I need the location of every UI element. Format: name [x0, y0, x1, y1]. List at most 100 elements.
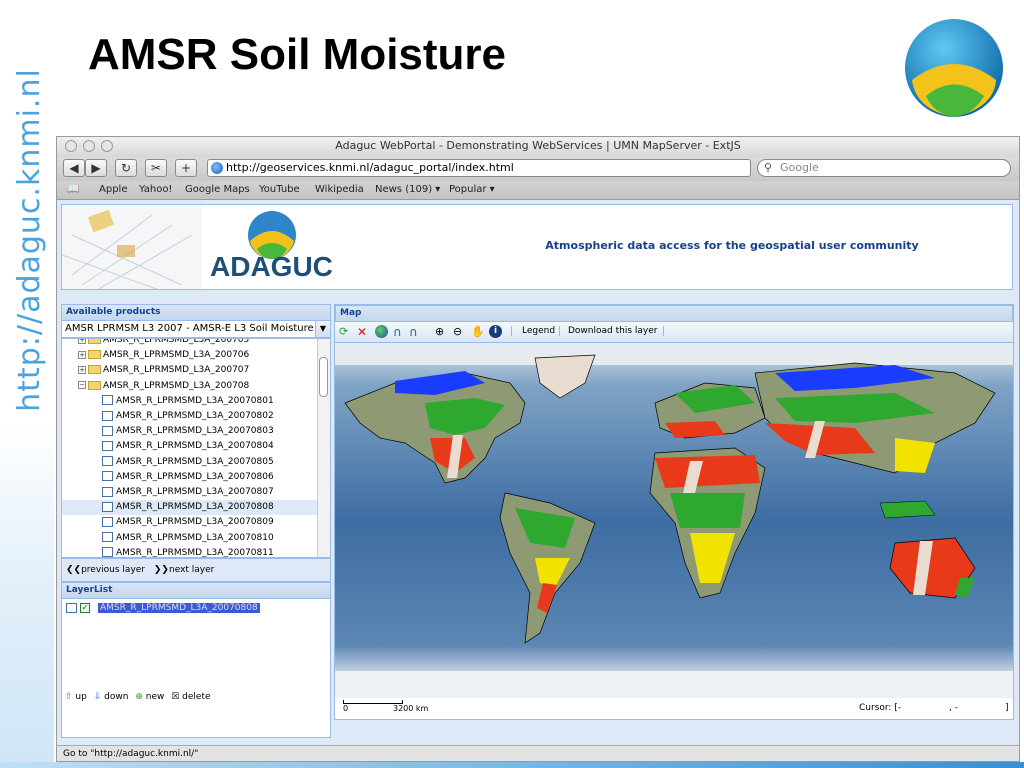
tree-item-label: AMSR_R_LPRMSMD_L3A_20070811 — [116, 547, 274, 558]
portal-header: ADAGUC Atmospheric data access for the g… — [61, 204, 1013, 290]
tree-item[interactable]: + AMSR_R_LPRMSMD_L3A_200706 — [62, 348, 318, 363]
tree-item[interactable]: AMSR_R_LPRMSMD_L3A_20070804 — [62, 439, 318, 454]
legend-button[interactable]: Legend — [511, 326, 555, 336]
bookmark-wikipedia[interactable]: Wikipedia — [315, 184, 364, 195]
bookmark-popular[interactable]: Popular ▾ — [449, 184, 495, 195]
expand-icon[interactable]: + — [78, 339, 86, 344]
bookmark-google-maps[interactable]: Google Maps — [185, 184, 250, 195]
tree-item[interactable]: AMSR_R_LPRMSMD_L3A_20070806 — [62, 470, 318, 485]
tree-item[interactable]: AMSR_R_LPRMSMD_L3A_20070805 — [62, 455, 318, 470]
cursor-separator: , - — [949, 703, 958, 713]
reload-button[interactable]: ↻ — [115, 159, 137, 177]
arctic-ice — [335, 343, 1013, 365]
antarctica — [335, 671, 1013, 698]
tree-item[interactable]: AMSR_R_LPRMSMD_L3A_20070811 — [62, 546, 318, 558]
product-select-value: AMSR LPRMSM L3 2007 - AMSR-E L3 Soil Moi… — [65, 323, 314, 334]
snap-button[interactable]: ✂ — [145, 159, 167, 177]
tree-item[interactable]: − AMSR_R_LPRMSMD_L3A_200708 — [62, 379, 318, 394]
info-icon[interactable]: i — [489, 325, 502, 338]
tree-item-label: AMSR_R_LPRMSMD_L3A_20070806 — [116, 471, 274, 482]
tree-item[interactable]: AMSR_R_LPRMSMD_L3A_20070807 — [62, 485, 318, 500]
scale-label: 3200 km — [393, 704, 429, 713]
expand-icon[interactable]: + — [78, 365, 86, 374]
previous-layer-link[interactable]: previous layer — [81, 565, 145, 575]
tree-item[interactable]: AMSR_R_LPRMSMD_L3A_20070809 — [62, 515, 318, 530]
layer-file-icon — [102, 501, 113, 512]
layer-navigation: ❮❮previous layer ❯❯next layer — [61, 558, 331, 582]
expand-icon[interactable]: + — [78, 350, 86, 359]
layer-file-icon — [102, 532, 113, 543]
map-view[interactable] — [335, 343, 1013, 698]
tree-item[interactable]: + AMSR_R_LPRMSMD_L3A_200705 — [62, 339, 318, 348]
add-bookmark-button[interactable]: + — [175, 159, 197, 177]
new-layer-icon[interactable]: ⊕ — [135, 692, 143, 702]
bookmark-yahoo[interactable]: Yahoo! — [139, 184, 172, 195]
slide-side-url: http://adaguc.knmi.nl — [12, 68, 47, 412]
map-status-bar: 0 3200 km Cursor: [- , - ] — [335, 698, 1013, 718]
map-panel-header: Map — [335, 305, 1013, 322]
remove-icon[interactable]: ✕ — [357, 325, 370, 339]
next-arrow-icon[interactable]: ❯❯ — [154, 565, 169, 575]
zoom-in-icon[interactable]: ⊕ — [435, 325, 448, 338]
product-tree: + AMSR_R_LPRMSMD_L3A_200705 + AMSR_R_LPRMSM… — [61, 338, 331, 558]
down-arrow-icon[interactable]: ⇩ — [94, 692, 102, 702]
delete-layer-icon[interactable]: ☒ — [171, 692, 179, 702]
tree-item-label: AMSR_R_LPRMSMD_L3A_20070809 — [116, 517, 274, 528]
tree-item-label: AMSR_R_LPRMSMD_L3A_20070804 — [116, 441, 274, 452]
tree-item-label: AMSR_R_LPRMSMD_L3A_200707 — [103, 365, 250, 376]
pan-hand-icon[interactable]: ✋ — [471, 325, 485, 338]
folder-icon — [88, 339, 101, 344]
browser-toolbar: ◀ ▶ ↻ ✂ + http://geoservices.knmi.nl/ada… — [57, 157, 1019, 181]
back-button[interactable]: ◀ — [63, 159, 85, 177]
soil-moisture-map[interactable] — [335, 343, 1013, 698]
zoom-out-icon[interactable]: ⊖ — [453, 325, 466, 338]
chevron-down-icon[interactable]: ▼ — [315, 321, 330, 337]
collapse-icon[interactable]: − — [78, 381, 86, 390]
previous-arrow-icon[interactable]: ❮❮ — [66, 565, 81, 575]
rotate-right-icon[interactable]: ∩ — [409, 325, 422, 339]
layer-file-icon — [102, 456, 113, 467]
eu-dry-region — [665, 421, 725, 438]
tree-item[interactable]: AMSR_R_LPRMSMD_L3A_20070802 — [62, 409, 318, 424]
cursor-label: Cursor: [- — [859, 703, 902, 713]
tree-item[interactable]: AMSR_R_LPRMSMD_L3A_20070803 — [62, 424, 318, 439]
tree-scrollbar[interactable] — [317, 339, 330, 557]
down-button[interactable]: down — [104, 692, 128, 702]
active-layer-item[interactable]: AMSR_R_LPRMSMD_L3A_20070808 — [98, 603, 260, 613]
refresh-icon[interactable]: ⟳ — [339, 325, 352, 338]
tree-item[interactable]: AMSR_R_LPRMSMD_L3A_20070810 — [62, 531, 318, 546]
product-select[interactable]: AMSR LPRMSM L3 2007 - AMSR-E L3 Soil Moi… — [61, 320, 331, 338]
search-input[interactable]: ⚲ Google — [757, 159, 1011, 177]
up-button[interactable]: up — [75, 692, 86, 702]
layer-list: ✓ AMSR_R_LPRMSMD_L3A_20070808 — [61, 598, 331, 738]
globe-icon[interactable] — [375, 325, 388, 338]
address-bar[interactable]: http://geoservices.knmi.nl/adaguc_portal… — [207, 159, 751, 177]
tree-item[interactable]: AMSR_R_LPRMSMD_L3A_20070801 — [62, 394, 318, 409]
tree-item-label: AMSR_R_LPRMSMD_L3A_200708 — [103, 380, 250, 391]
forward-button[interactable]: ▶ — [85, 159, 107, 177]
indonesia — [879, 500, 936, 519]
search-icon: ⚲ — [764, 161, 773, 174]
next-layer-link[interactable]: next layer — [169, 565, 214, 575]
page-content: ADAGUC Atmospheric data access for the g… — [57, 200, 1019, 745]
bookmark-youtube[interactable]: YouTube — [259, 184, 300, 195]
tree-item[interactable]: AMSR_R_LPRMSMD_L3A_20070808 — [62, 500, 318, 516]
bookmark-news[interactable]: News (109) ▾ — [375, 184, 440, 195]
layer-file-icon — [102, 410, 113, 421]
new-button[interactable]: new — [146, 692, 165, 702]
download-layer-button[interactable]: Download this layer — [559, 326, 665, 336]
bookmarks-book-icon[interactable]: 📖 — [67, 184, 79, 195]
delete-button[interactable]: delete — [182, 692, 210, 702]
slide-title: AMSR Soil Moisture — [88, 30, 507, 79]
browser-status-bar: Go to "http://adaguc.knmi.nl/" — [57, 745, 1019, 761]
up-arrow-icon[interactable]: ⇧ — [65, 692, 73, 702]
address-text: http://geoservices.knmi.nl/adaguc_portal… — [226, 161, 514, 174]
bookmark-apple[interactable]: Apple — [99, 184, 127, 195]
tree-item-label: AMSR_R_LPRMSMD_L3A_20070801 — [116, 395, 274, 406]
layer-visible-checkbox[interactable]: ✓ — [80, 603, 90, 613]
layer-file-icon — [102, 471, 113, 482]
tree-item[interactable]: + AMSR_R_LPRMSMD_L3A_200707 — [62, 363, 318, 378]
tree-scroll-thumb[interactable] — [319, 357, 328, 397]
rotate-left-icon[interactable]: ∩ — [393, 325, 406, 339]
layerlist-header: LayerList — [61, 582, 331, 599]
